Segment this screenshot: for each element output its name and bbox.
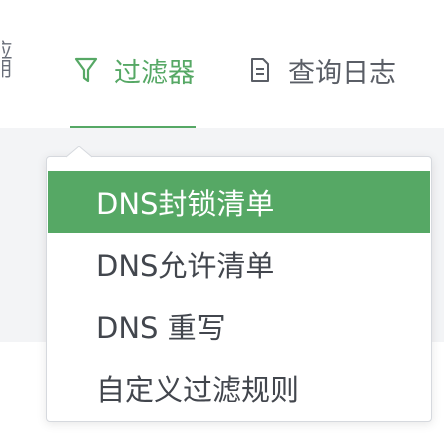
- dropdown-item-dns-blocklists[interactable]: DNS封锁清单: [48, 171, 430, 233]
- dropdown-item-dns-allowlists[interactable]: DNS允许清单: [48, 233, 430, 295]
- top-nav-bar: 应用 过滤器 查询日志: [0, 0, 444, 128]
- document-icon: [246, 55, 274, 85]
- nav-item-query-log[interactable]: 查询日志: [246, 50, 396, 90]
- nav-item-filters[interactable]: 过滤器: [72, 50, 195, 90]
- filter-icon: [72, 55, 100, 85]
- filters-dropdown-menu: DNS封锁清单 DNS允许清单 DNS 重写 自定义过滤规则: [46, 156, 432, 422]
- nav-item-partial[interactable]: 应用: [2, 40, 16, 96]
- nav-item-filters-label: 过滤器: [114, 57, 195, 89]
- dropdown-item-label: 自定义过滤规则: [96, 373, 300, 407]
- nav-item-query-log-label: 查询日志: [288, 57, 396, 89]
- dropdown-item-dns-rewrites[interactable]: DNS 重写: [48, 295, 430, 357]
- dropdown-item-label: DNS 重写: [96, 311, 226, 345]
- dropdown-item-label: DNS封锁清单: [96, 187, 275, 221]
- dropdown-item-label: DNS允许清单: [96, 249, 275, 283]
- dropdown-item-custom-filtering-rules[interactable]: 自定义过滤规则: [48, 357, 430, 419]
